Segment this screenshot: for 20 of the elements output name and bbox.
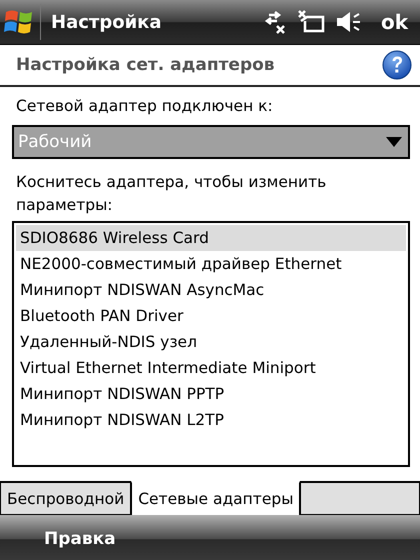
help-icon[interactable] bbox=[382, 50, 412, 80]
tab[interactable]: Беспроводной bbox=[0, 481, 132, 515]
adapter-item[interactable]: NE2000-совместимый драйвер Ethernet bbox=[16, 251, 406, 277]
adapter-item[interactable]: Bluetooth PAN Driver bbox=[16, 303, 406, 329]
adapter-item[interactable]: Минипорт NDISWAN AsyncMac bbox=[16, 277, 406, 303]
adapter-item[interactable]: SDIO8686 Wireless Card bbox=[16, 225, 406, 251]
page-title: Настройка сет. адаптеров bbox=[16, 55, 275, 75]
caret-icon[interactable] bbox=[386, 137, 402, 147]
adapter-item[interactable]: Минипорт NDISWAN L2TP bbox=[16, 407, 406, 433]
adapter-item[interactable]: Удаленный-NDIS узел bbox=[16, 329, 406, 355]
adapter-item[interactable]: Virtual Ethernet Intermediate Miniport bbox=[16, 355, 406, 381]
speaker-icon[interactable] bbox=[334, 9, 363, 35]
adapter-item[interactable]: Минипорт NDISWAN PPTP bbox=[16, 381, 406, 407]
window-title: Настройка bbox=[51, 12, 163, 32]
hint-text: Коснитесь адаптера, чтобы изменить параметры: bbox=[15, 172, 328, 216]
edit-softkey[interactable]: Правка bbox=[38, 528, 122, 550]
field-label: Сетевой адаптер подключен к: bbox=[15, 97, 274, 115]
tab[interactable]: Сетевые адаптеры bbox=[131, 481, 300, 515]
phone-off-icon[interactable] bbox=[296, 9, 325, 35]
ok-button[interactable]: ok bbox=[376, 10, 412, 34]
